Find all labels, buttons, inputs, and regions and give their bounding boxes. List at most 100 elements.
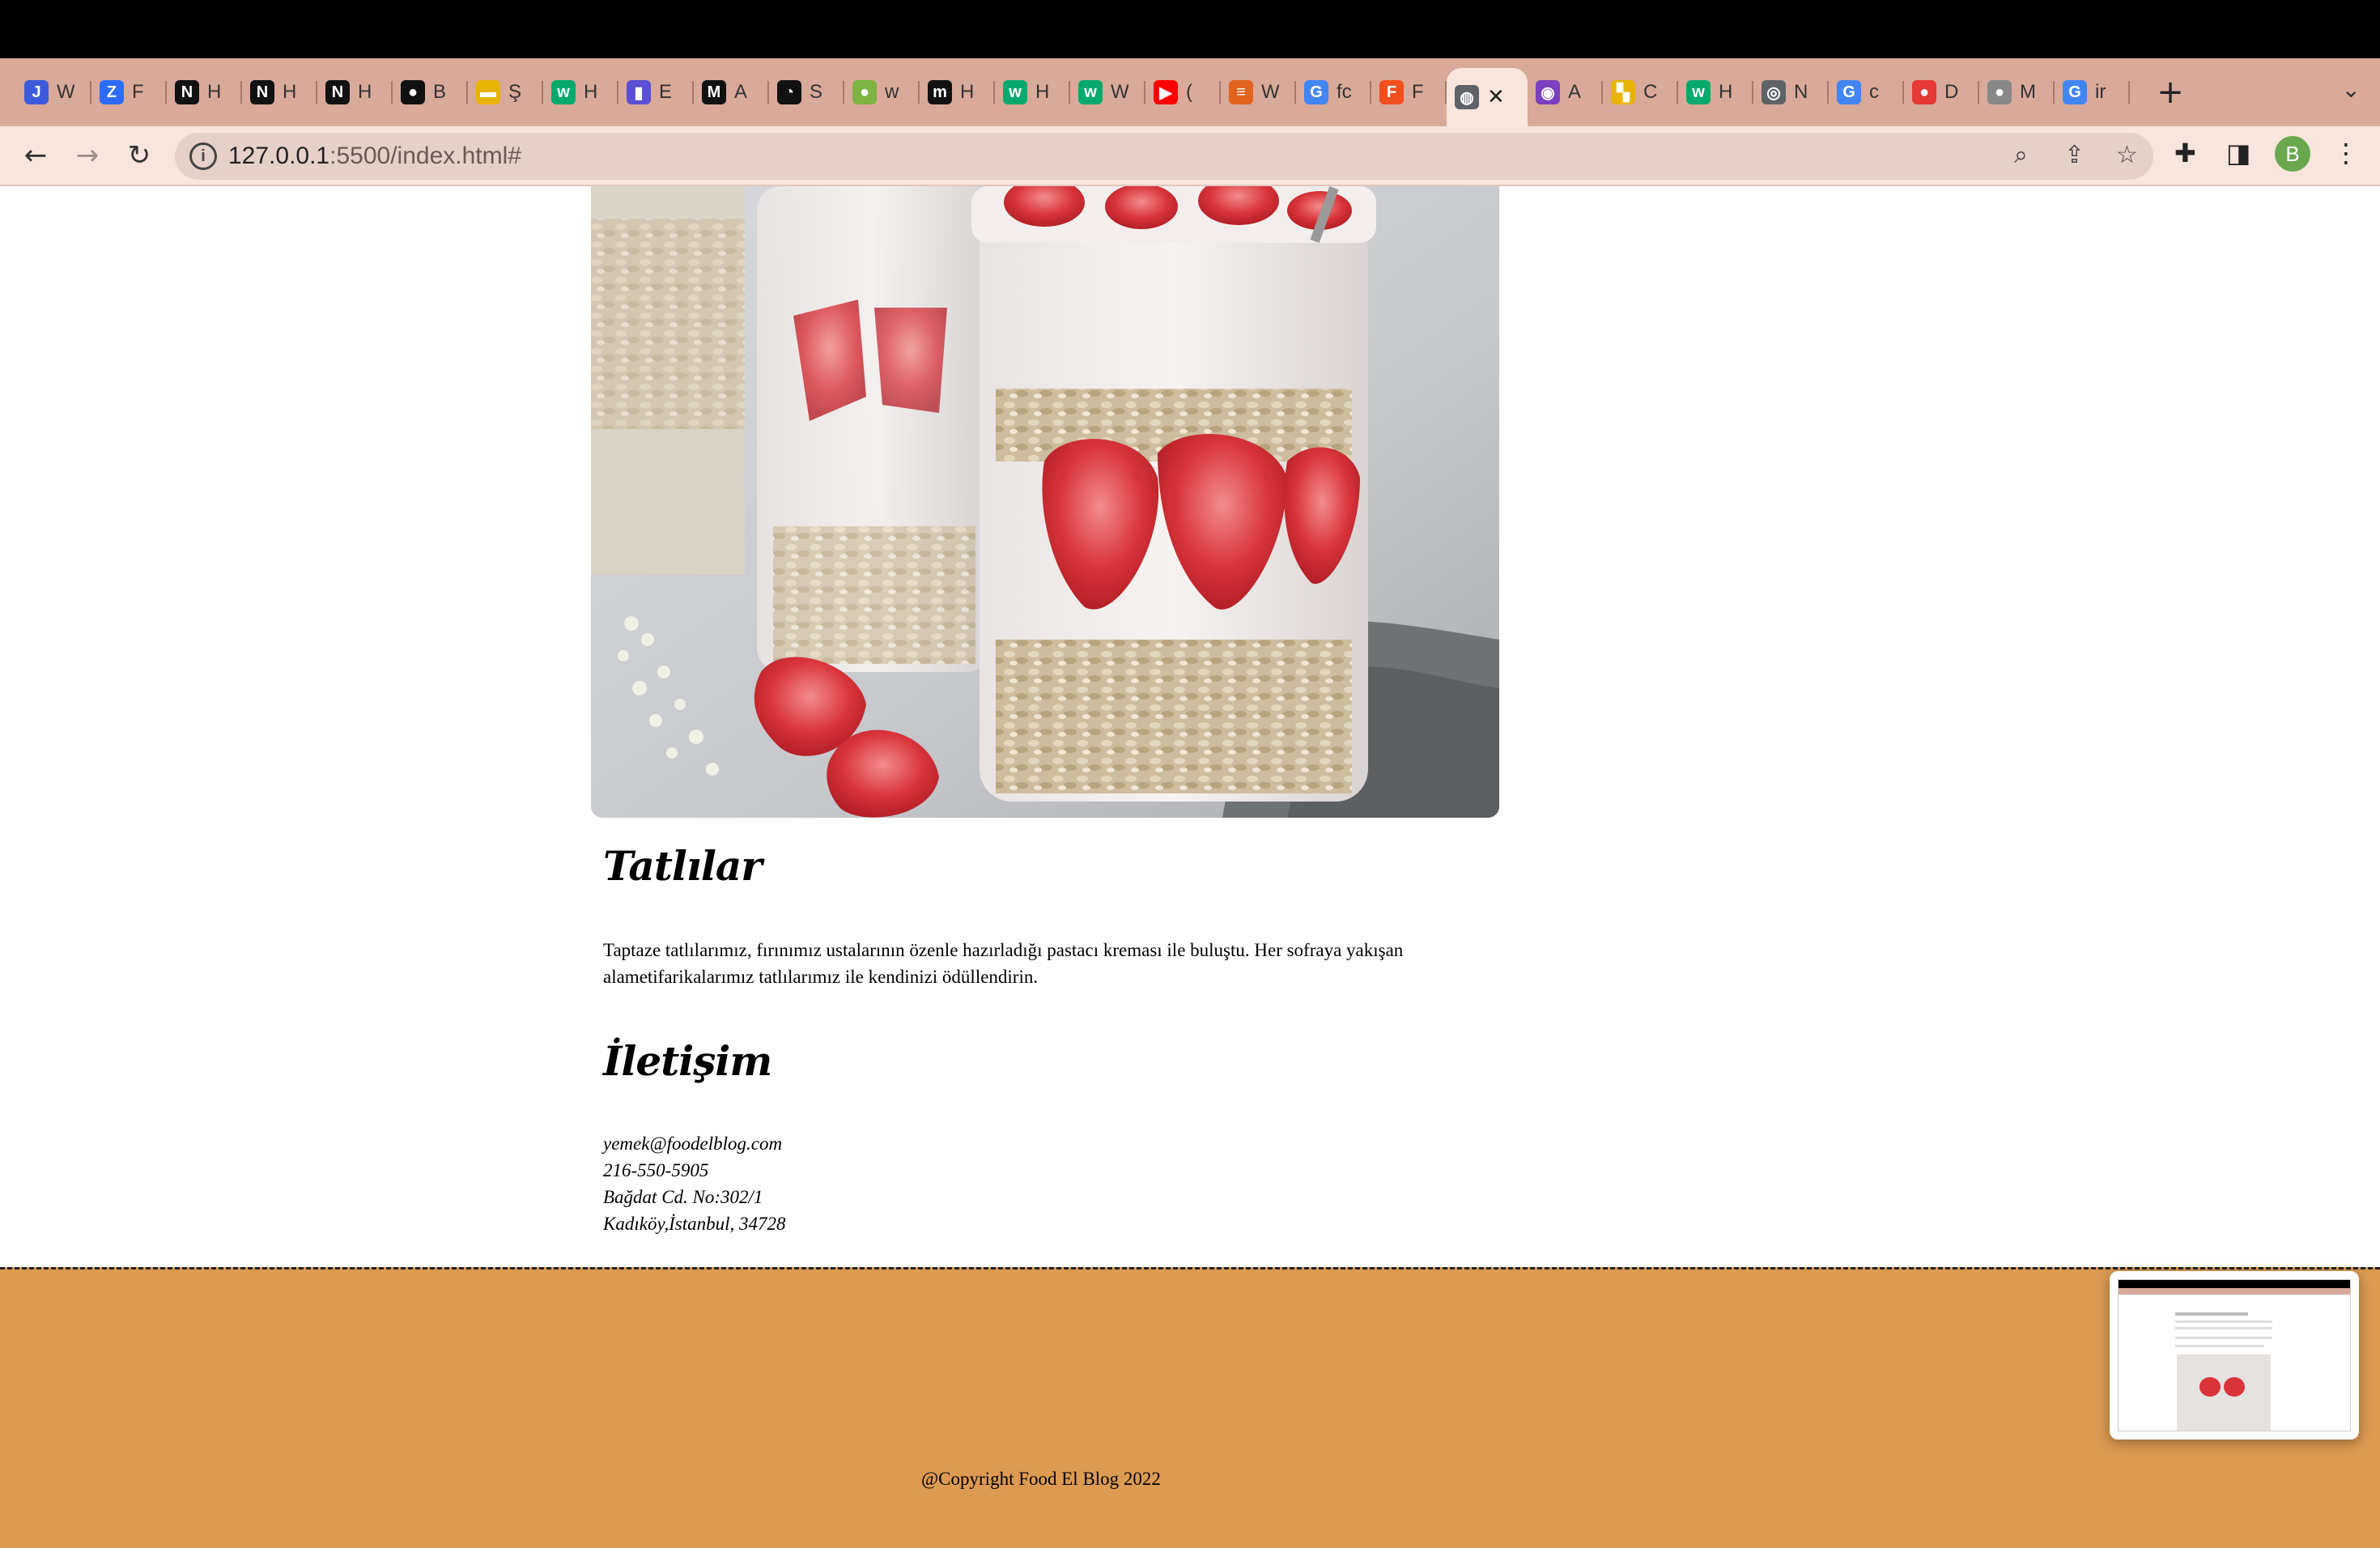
new-tab-button[interactable]: + [2146,68,2195,117]
tab-title: B [433,81,447,103]
tab-title: c [1869,81,1879,103]
bookmark-icon: ▮ [627,80,651,104]
browser-tab[interactable]: ● D [1904,68,1979,117]
browser-tab[interactable]: wH [995,68,1070,117]
w3schools-icon: w [1686,80,1711,104]
reload-button[interactable]: ↻ [121,138,157,173]
browser-tab[interactable]: FF [1371,68,1447,117]
ticket-icon: ▬ [476,80,500,104]
browser-tab[interactable]: MA [694,68,769,117]
browser-tab[interactable]: ◎ N [1753,68,1829,117]
tab-title: H [358,81,372,103]
browser-tab[interactable]: ▚ C [1603,68,1678,117]
tab-title: H [960,81,975,103]
browser-tab[interactable]: ● M [1979,68,2055,117]
share-icon[interactable]: ⇪ [2064,141,2085,169]
browser-tab[interactable]: Gc [1829,68,1904,117]
browser-tab[interactable]: NH [167,68,242,117]
bookmark-star-icon[interactable]: ☆ [2116,141,2138,169]
extensions-icon[interactable]: ✚ [2174,138,2196,168]
side-panel-icon[interactable]: ◨ [2226,138,2250,168]
browser-tab[interactable]: wH [1678,68,1753,117]
tab-title: H [207,81,222,103]
droplet-icon: ● [852,80,877,104]
tab-title: F [1412,81,1424,103]
globe-icon: ◍ [1455,85,1479,109]
tab-title: ( [1186,81,1192,103]
browser-tab[interactable]: ● w [844,68,920,117]
tab-title: w [885,81,899,103]
address-bar[interactable]: i 127.0.0.1:5500/index.html# ⌕ ⇪ ☆ [175,133,2153,180]
tab-title: A [1568,81,1582,103]
browser-tab[interactable]: mH [920,68,995,117]
coolors-icon: ▚ [1611,80,1635,104]
tab-title: W [1111,81,1128,103]
oats-jar-illustration [591,186,1499,818]
youtube-icon: ▶ [1154,80,1178,104]
screenshot-thumbnail-preview [2118,1279,2351,1431]
browser-tab[interactable]: ◔ S [769,68,844,117]
close-tab-icon[interactable]: ✕ [1487,85,1505,109]
tab-search-button[interactable]: ⌄ [2342,76,2361,103]
browser-tab[interactable]: ▬ Ş [468,68,543,117]
browser-tab[interactable]: NH [242,68,317,117]
google-icon: G [1837,80,1861,104]
browser-tab[interactable]: ▮ E [618,68,694,117]
j-square-icon: J [24,80,49,104]
url-text[interactable]: 127.0.0.1:5500/index.html# [228,142,521,170]
medium-icon: M [702,80,726,104]
tab-title: A [734,81,748,103]
site-info-icon[interactable]: i [189,142,217,170]
browser-tab[interactable]: Gir [2055,68,2130,117]
tab-title: E [659,81,673,103]
contact-info: yemek@foodelblog.com 216-550-5905 Bağdat… [603,1130,1502,1237]
browser-tab[interactable]: ≡ W [1221,68,1296,117]
browser-tab[interactable]: ● B [393,68,468,117]
tab-title: H [1719,81,1733,103]
zoom-icon[interactable]: ⌕ [2014,141,2028,169]
w3schools-icon: w [551,80,576,104]
tab-title: W [1261,81,1279,103]
forward-button[interactable]: → [70,138,105,173]
browser-tab[interactable]: ◍ ✕ [1447,68,1528,126]
browser-toolbar: ← → ↻ i 127.0.0.1:5500/index.html# ⌕ ⇪ ☆… [0,126,2380,186]
chrome-icon: ◎ [1762,80,1786,104]
speedometer-icon: ◔ [777,80,801,104]
desserts-heading: Tatlılar [603,842,763,890]
browser-tab[interactable]: ◉ A [1528,68,1603,117]
browser-tab[interactable]: NH [317,68,393,117]
footer-copyright: @Copyright Food El Blog 2022 [921,1469,1161,1489]
browser-tab[interactable]: wH [543,68,618,117]
apple-icon: ● [1987,80,2012,104]
tab-title: H [584,81,598,103]
tab-title: M [2020,81,2036,103]
color-wheel-icon: ◉ [1536,80,1560,104]
w3schools-icon: w [1003,80,1027,104]
contact-phone: 216-550-5905 [603,1160,709,1180]
google-icon: G [1304,80,1328,104]
browser-tab[interactable]: ▶( [1145,68,1221,117]
browser-tab[interactable]: Gfc [1296,68,1371,117]
notion-icon: N [325,80,350,104]
notion-icon: N [250,80,274,104]
profile-avatar[interactable]: B [2275,136,2310,172]
contact-address-line1: Bağdat Cd. No:302/1 [603,1187,763,1207]
red-circle-icon: ● [1912,80,1936,104]
tab-title: Ş [508,81,522,103]
browser-tab[interactable]: wW [1070,68,1145,117]
desserts-description: Taptaze tatlılarımız, fırınımız ustaları… [603,940,1404,987]
screenshot-thumbnail[interactable] [2110,1271,2359,1440]
tab-title: fc [1337,81,1352,103]
tab-title: D [1944,81,1959,103]
tab-title: C [1643,81,1658,103]
browser-tab-strip: J W Z F N H N H N H ● B ▬ Şw H ▮ E M A ◔ S ● w m Hw Hw W ▶(≡ W Gfc F F ◍… [0,58,2380,126]
contact-heading: İletişim [603,1037,772,1085]
back-button[interactable]: ← [18,138,53,173]
burger-icon: ≡ [1229,80,1253,104]
browser-tab[interactable]: ZF [91,68,167,117]
browser-tab[interactable]: JW [16,68,91,117]
contact-email[interactable]: yemek@foodelblog.com [603,1130,1502,1157]
menu-kebab-icon[interactable]: ⋮ [2333,138,2359,168]
notion-icon: N [175,80,199,104]
contact-address-line2: Kadıköy,İstanbul, 34728 [603,1214,786,1234]
